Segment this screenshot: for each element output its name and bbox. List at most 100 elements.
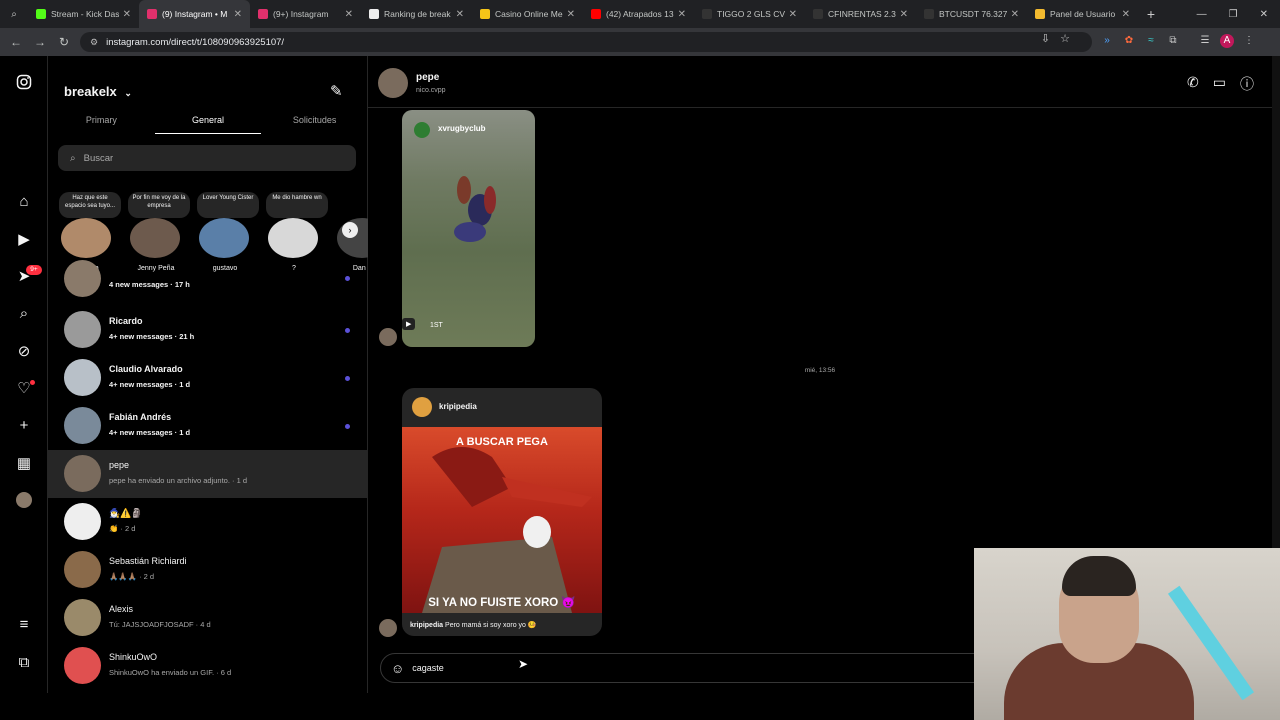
browser-tab[interactable]: BTCUSDT 76.327, ✕: [916, 0, 1027, 28]
phone-icon[interactable]: ✆: [1187, 74, 1199, 94]
explore-icon[interactable]: ⊘: [14, 341, 34, 361]
url-bar[interactable]: ⚙ instagram.com/direct/t/108090963925107…: [80, 32, 1092, 52]
tab-close-icon[interactable]: ✕: [678, 9, 686, 20]
video-call-icon[interactable]: ▭: [1213, 74, 1226, 94]
tab-close-icon[interactable]: ✕: [456, 9, 464, 20]
thread-name: Ricardo: [109, 316, 143, 326]
extension-icon[interactable]: »: [1100, 34, 1114, 48]
tab-close-icon[interactable]: ✕: [123, 9, 131, 20]
more-menu-icon[interactable]: ≡: [14, 614, 34, 634]
caption-text: Pero mamá si soy xoro yo 🤒: [445, 622, 537, 629]
thread-item[interactable]: Sebastián Richiardi 🙏🏽🙏🏽🙏🏽 · 2 d: [48, 546, 368, 594]
note-item[interactable]: Por fin me voy de la empresa Jenny Peña: [125, 192, 190, 276]
note-bubble: Me dio hambre wn: [266, 192, 328, 218]
note-bubble: Haz que este espacio sea tuyo...: [59, 192, 121, 218]
home-icon[interactable]: ⌂: [14, 191, 34, 211]
chat-actions: ✆ ▭ ⓘ: [1187, 74, 1254, 94]
search-icon[interactable]: ⌕: [14, 303, 34, 323]
browser-tab[interactable]: TIGGO 2 GLS CVT ✕: [694, 0, 805, 28]
compose-icon[interactable]: ✎: [330, 82, 343, 100]
browser-tab[interactable]: (9+) Instagram ✕: [250, 0, 361, 28]
browser-menu-icon[interactable]: ⋮: [1242, 34, 1256, 48]
search-input[interactable]: ⌕ Buscar: [58, 145, 356, 171]
thread-preview: 4+ new messages · 1 d: [109, 380, 191, 389]
tab-requests[interactable]: Solicitudes: [261, 112, 368, 134]
extension-icon[interactable]: ≈: [1144, 34, 1158, 48]
site-info-icon[interactable]: ⚙: [90, 37, 98, 48]
contact-avatar[interactable]: [378, 68, 408, 98]
thread-avatar: [64, 455, 101, 492]
thread-avatar: [64, 551, 101, 588]
omnibox-actions: ⇩ ☆: [1041, 32, 1070, 45]
tab-close-icon[interactable]: ✕: [345, 9, 353, 20]
minimize-icon[interactable]: —: [1197, 9, 1207, 20]
thread-item[interactable]: ShinkuOwO ShinkuOwO ha enviado un GIF. · …: [48, 642, 368, 690]
thread-item[interactable]: Ricardo 4+ new messages · 21 h: [48, 306, 368, 354]
thread-item[interactable]: Fabián Andrés 4+ new messages · 1 d: [48, 402, 368, 450]
notes-row: Haz que este espacio sea tuyo...Tu notaP…: [48, 192, 368, 276]
maximize-icon[interactable]: ❐: [1229, 9, 1238, 20]
browser-tab[interactable]: Ranking de break ✕: [361, 0, 472, 28]
window-controls: — ❐ ✕: [1197, 9, 1280, 20]
thread-preview: 👏 · 2 d: [109, 524, 136, 533]
forward-icon[interactable]: →: [28, 35, 52, 49]
note-item[interactable]: Lover Young Cister gustavo: [194, 192, 259, 276]
bottom-strip: [0, 693, 974, 720]
install-app-icon[interactable]: ⇩: [1041, 32, 1050, 45]
thread-item[interactable]: 🧙‍♂️⚠️🗿 👏 · 2 d: [48, 498, 368, 546]
thread-item[interactable]: 4 new messages · 17 h: [48, 260, 368, 306]
reading-list-icon[interactable]: ☰: [1198, 34, 1212, 48]
shared-reel-post[interactable]: xvrugbyclub ▶ 1ST: [402, 110, 535, 347]
tab-close-icon[interactable]: ✕: [234, 9, 242, 20]
sender-avatar: [379, 328, 397, 346]
reload-icon[interactable]: ↻: [52, 35, 76, 49]
tab-close-icon[interactable]: ✕: [789, 9, 797, 20]
thread-item[interactable]: pepe pepe ha enviado un archivo adjunto. …: [48, 450, 368, 498]
emoji-icon[interactable]: ☺: [391, 661, 404, 676]
close-window-icon[interactable]: ✕: [1260, 9, 1268, 20]
profile-avatar-icon[interactable]: [14, 490, 34, 510]
browser-tab[interactable]: Casino Online Me ✕: [472, 0, 583, 28]
thread-item[interactable]: Alexis Tú: JAJSJOADFJOSADF · 4 d: [48, 594, 368, 642]
profile-avatar[interactable]: A: [1220, 34, 1234, 48]
browser-tab[interactable]: Panel de Usuario ✕: [1027, 0, 1138, 28]
thread-item[interactable]: Claudio Alvarado 4+ new messages · 1 d: [48, 354, 368, 402]
extension-icon[interactable]: ✿: [1122, 34, 1136, 48]
contact-name[interactable]: pepe: [416, 72, 439, 83]
tab-favicon-icon: [813, 9, 823, 19]
reels-icon[interactable]: ▶: [14, 229, 34, 249]
post-account-name: xvrugbyclub: [438, 124, 486, 133]
browser-tab[interactable]: CFINRENTAS 2.31 ✕: [805, 0, 916, 28]
tab-primary[interactable]: Primary: [48, 112, 155, 134]
meme-image: [402, 427, 602, 613]
notes-next-arrow-icon[interactable]: ›: [342, 222, 358, 238]
instagram-logo-icon[interactable]: [14, 72, 34, 92]
browser-tab[interactable]: (42) Atrapados 13 ✕: [583, 0, 694, 28]
contact-username: nico.cvpp: [416, 87, 446, 94]
tab-close-icon[interactable]: ✕: [900, 9, 908, 20]
tab-search-icon[interactable]: ⌕: [0, 9, 28, 20]
tab-close-icon[interactable]: ✕: [1011, 9, 1019, 20]
tab-favicon-icon: [591, 9, 601, 19]
note-item[interactable]: Me dio hambre wn?: [263, 192, 328, 276]
threads-icon[interactable]: ⧉: [14, 652, 34, 672]
bookmark-star-icon[interactable]: ☆: [1060, 32, 1070, 45]
new-tab-button[interactable]: +: [1138, 6, 1164, 22]
tab-favicon-icon: [1035, 9, 1045, 19]
tab-title: Stream - Kick Das: [51, 9, 119, 19]
tab-close-icon[interactable]: ✕: [567, 9, 575, 20]
create-icon[interactable]: +: [14, 415, 34, 435]
tab-favicon-icon: [36, 9, 46, 19]
back-icon[interactable]: ←: [4, 35, 28, 49]
browser-tab[interactable]: (9) Instagram • M ✕: [139, 0, 250, 28]
note-avatar: [130, 218, 180, 258]
puzzle-icon[interactable]: ⧉: [1166, 34, 1180, 48]
account-switcher[interactable]: breakelx ⌄: [64, 84, 132, 99]
dashboard-icon[interactable]: ▦: [14, 453, 34, 473]
info-icon[interactable]: ⓘ: [1240, 74, 1254, 94]
tab-general[interactable]: General: [154, 112, 262, 134]
browser-tab[interactable]: Stream - Kick Das ✕: [28, 0, 139, 28]
shared-meme-post[interactable]: kripipedia A BUSCAR PEGA SI YA NO FUISTE…: [402, 388, 602, 636]
left-navigation: ⌂ ▶ ➤ 9+ ⌕ ⊘ ♡ + ▦ ≡ ⧉: [0, 56, 48, 693]
tab-close-icon[interactable]: ✕: [1122, 9, 1130, 20]
